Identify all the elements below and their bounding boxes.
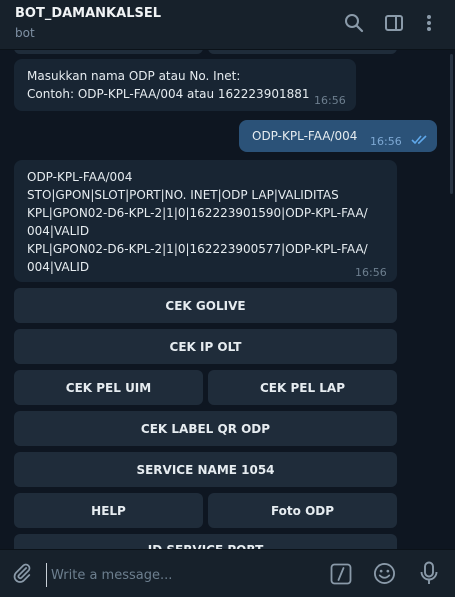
chat-title[interactable]: BOT_DAMANKALSEL <box>15 6 161 21</box>
previous-keyboard-button[interactable] <box>14 50 203 54</box>
message-time: 16:56 <box>314 94 346 107</box>
cek-ip-olt-button[interactable]: CEK IP OLT <box>14 329 397 364</box>
message-time: 16:56 <box>370 135 402 148</box>
message-text: ODP-KPL-FAA/004 <box>252 129 358 143</box>
more-options-icon[interactable] <box>419 13 439 33</box>
search-icon[interactable] <box>344 13 364 33</box>
id-service-port-button[interactable]: ID SERVICE PORT <box>14 534 397 549</box>
cek-pel-lap-button[interactable]: CEK PEL LAP <box>208 370 397 405</box>
cek-golive-button[interactable]: CEK GOLIVE <box>14 288 397 323</box>
message-text: ODP-KPL-FAA/004 STO|GPON|SLOT|PORT|NO. I… <box>27 170 368 274</box>
cek-label-qr-odp-button[interactable]: CEK LABEL QR ODP <box>14 411 397 446</box>
message-composer <box>0 549 455 597</box>
attach-paperclip-icon[interactable] <box>11 562 33 584</box>
message-text: Masukkan nama ODP atau No. Inet: Contoh:… <box>27 69 310 101</box>
cek-pel-uim-button[interactable]: CEK PEL UIM <box>14 370 203 405</box>
incoming-message[interactable]: ODP-KPL-FAA/004 STO|GPON|SLOT|PORT|NO. I… <box>14 160 397 282</box>
help-button[interactable]: HELP <box>14 493 203 528</box>
service-name-button[interactable]: SERVICE NAME 1054 <box>14 452 397 487</box>
chat-header: BOT_DAMANKALSEL bot <box>0 0 455 50</box>
message-input[interactable] <box>46 563 323 587</box>
outgoing-message[interactable]: ODP-KPL-FAA/004 16:56 <box>239 120 437 152</box>
incoming-message[interactable]: Masukkan nama ODP atau No. Inet: Contoh:… <box>14 59 356 111</box>
chat-scrollbar[interactable] <box>450 54 453 194</box>
sidebar-toggle-icon[interactable] <box>384 13 404 33</box>
foto-odp-button[interactable]: Foto ODP <box>208 493 397 528</box>
chat-subtitle: bot <box>15 26 35 40</box>
message-list[interactable]: Masukkan nama ODP atau No. Inet: Contoh:… <box>0 50 455 549</box>
read-double-check-icon <box>411 135 427 145</box>
previous-keyboard-button[interactable] <box>208 50 397 54</box>
microphone-icon[interactable] <box>419 561 439 586</box>
bot-commands-icon[interactable] <box>330 563 352 585</box>
message-time: 16:56 <box>355 266 387 279</box>
emoji-icon[interactable] <box>373 562 396 585</box>
